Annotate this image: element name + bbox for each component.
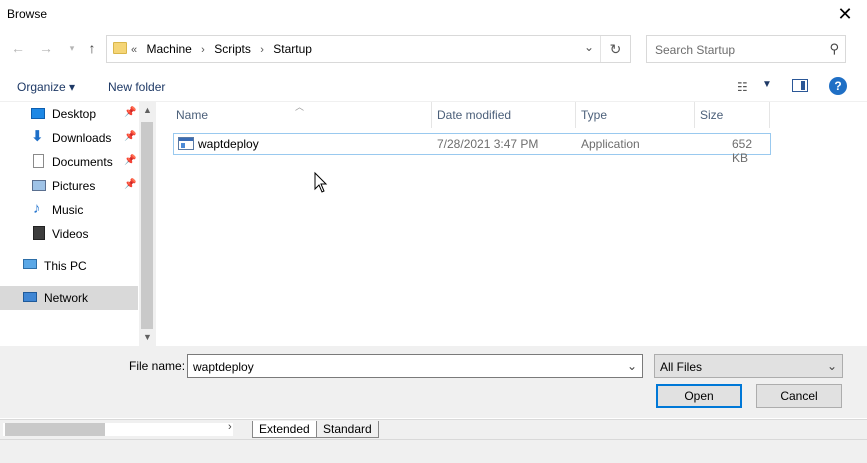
breadcrumb-scripts[interactable]: Scripts	[214, 42, 251, 56]
window-title: Browse	[7, 7, 48, 21]
file-name-value[interactable]: waptdeploy	[193, 360, 254, 374]
column-header-type[interactable]: Type	[575, 102, 695, 128]
file-type: Application	[581, 137, 640, 151]
table-row[interactable]: waptdeploy 7/28/2021 3:47 PM Application…	[173, 133, 771, 165]
up-arrow-icon[interactable]: ↑	[84, 40, 100, 56]
file-type-filter-value: All Files	[660, 360, 703, 374]
scrollbar-thumb[interactable]	[141, 122, 153, 329]
sidebar-item-label: Downloads	[52, 131, 112, 145]
back-arrow-icon[interactable]: ←	[10, 40, 26, 56]
sidebar-item-label: Network	[44, 291, 89, 305]
sidebar-item-downloads[interactable]: ⬇ Downloads 📌	[0, 126, 138, 150]
search-icon[interactable]: ⚲	[829, 41, 839, 57]
search-input[interactable]: Search Startup	[655, 43, 735, 57]
sidebar-item-documents[interactable]: Documents 📌	[0, 150, 138, 174]
help-icon[interactable]: ?	[829, 77, 847, 95]
sidebar-item-videos[interactable]: Videos	[0, 222, 138, 246]
file-type-filter[interactable]: All Files ⌄	[654, 354, 843, 378]
documents-icon	[33, 154, 44, 168]
sidebar-item-desktop[interactable]: Desktop 📌	[0, 102, 138, 126]
tab-extended[interactable]: Extended	[252, 421, 317, 438]
chevron-right-icon[interactable]: ›	[201, 44, 205, 56]
search-box[interactable]: Search Startup ⚲	[646, 35, 846, 63]
pin-icon[interactable]: 📌	[124, 179, 136, 190]
open-button[interactable]: Open	[656, 384, 742, 408]
pin-icon[interactable]: 📌	[124, 131, 136, 142]
folder-icon	[113, 42, 127, 54]
navigation-pane: Desktop 📌 ⬇ Downloads 📌 Documents 📌 Pict…	[0, 102, 155, 346]
column-header-label: Size	[700, 108, 724, 122]
file-date: 7/28/2021 3:47 PM	[437, 137, 539, 151]
navigation-bar: ← → ▾ ↑ « Machine › Scripts › Startup ⌄ …	[0, 30, 867, 68]
chevron-down-icon[interactable]: ▼	[762, 79, 772, 90]
chevron-down-icon[interactable]: ⌄	[827, 359, 837, 373]
sidebar-item-label: Videos	[52, 227, 89, 241]
recent-locations-icon[interactable]: ▾	[64, 40, 80, 56]
pictures-icon	[32, 180, 46, 191]
file-name-label: File name:	[129, 359, 186, 373]
pin-icon[interactable]: 📌	[124, 107, 136, 118]
preview-pane-icon[interactable]	[792, 79, 808, 92]
application-icon	[178, 137, 194, 150]
sidebar-item-label: Desktop	[52, 107, 97, 121]
chevron-down-icon[interactable]: ⌄	[627, 359, 637, 373]
new-folder-button[interactable]: New folder	[108, 80, 165, 94]
status-bar	[0, 439, 867, 463]
chevron-right-icon[interactable]: ›	[260, 44, 264, 56]
sidebar-item-label: Documents	[52, 155, 113, 169]
videos-icon	[33, 226, 45, 240]
sheet-tabs-bar: › Extended Standard	[0, 419, 867, 439]
breadcrumb-machine[interactable]: Machine	[146, 42, 191, 56]
sidebar-item-pictures[interactable]: Pictures 📌	[0, 174, 138, 198]
sidebar-item-music[interactable]: ♪ Music	[0, 198, 138, 222]
refresh-icon[interactable]: ↻	[600, 36, 630, 62]
horizontal-scrollbar[interactable]	[3, 423, 233, 436]
organize-button[interactable]: Organize ▾	[17, 80, 75, 94]
file-size: 652 KB	[732, 137, 753, 165]
network-icon	[23, 292, 37, 302]
downloads-icon: ⬇	[31, 128, 44, 145]
sidebar-item-label: This PC	[44, 259, 87, 273]
scroll-up-icon[interactable]: ▲	[139, 105, 156, 115]
sidebar-item-this-pc[interactable]: This PC	[0, 254, 138, 278]
scrollbar-thumb[interactable]	[5, 423, 105, 436]
chevron-down-icon[interactable]: ⌄	[584, 40, 594, 54]
forward-arrow-icon[interactable]: →	[38, 40, 54, 56]
column-header-label: Type	[581, 108, 608, 122]
tab-standard[interactable]: Standard	[316, 421, 379, 438]
file-name: waptdeploy	[198, 137, 259, 151]
file-name-field[interactable]: waptdeploy ⌄	[187, 354, 643, 378]
navigation-scrollbar[interactable]: ▲ ▼	[139, 102, 156, 346]
desktop-icon	[31, 108, 45, 119]
pin-icon[interactable]: 📌	[124, 155, 136, 166]
dialog-footer: File name: waptdeploy ⌄ All Files ⌄ Open…	[0, 346, 867, 418]
title-bar: Browse ✕	[0, 0, 867, 28]
column-header-date[interactable]: Date modified	[431, 102, 576, 128]
column-header-size[interactable]: Size	[694, 102, 770, 128]
breadcrumb-startup[interactable]: Startup	[273, 42, 312, 56]
music-icon: ♪	[33, 200, 41, 217]
sidebar-item-network[interactable]: Network	[0, 286, 138, 310]
column-header-label: Date modified	[437, 108, 512, 122]
breadcrumb: « Machine › Scripts › Startup	[131, 42, 318, 56]
column-header-name[interactable]: Name	[170, 102, 432, 128]
command-bar: Organize ▾ New folder ☷ ▼ ?	[0, 72, 867, 102]
chevron-right-icon[interactable]: ›	[228, 421, 232, 433]
file-list: ︿ Name Date modified Type Size waptdeplo…	[156, 102, 867, 346]
breadcrumb-overflow[interactable]: «	[131, 44, 137, 56]
cancel-button[interactable]: Cancel	[756, 384, 842, 408]
address-bar[interactable]: « Machine › Scripts › Startup ⌄ ↻	[106, 35, 631, 63]
view-options-icon[interactable]: ☷	[737, 80, 748, 94]
sidebar-item-label: Music	[52, 203, 84, 217]
close-icon[interactable]: ✕	[835, 4, 855, 24]
sidebar-item-label: Pictures	[52, 179, 96, 193]
scroll-down-icon[interactable]: ▼	[139, 332, 156, 342]
this-pc-icon	[23, 259, 37, 269]
mouse-cursor-icon	[314, 171, 328, 193]
column-header-label: Name	[176, 108, 209, 122]
